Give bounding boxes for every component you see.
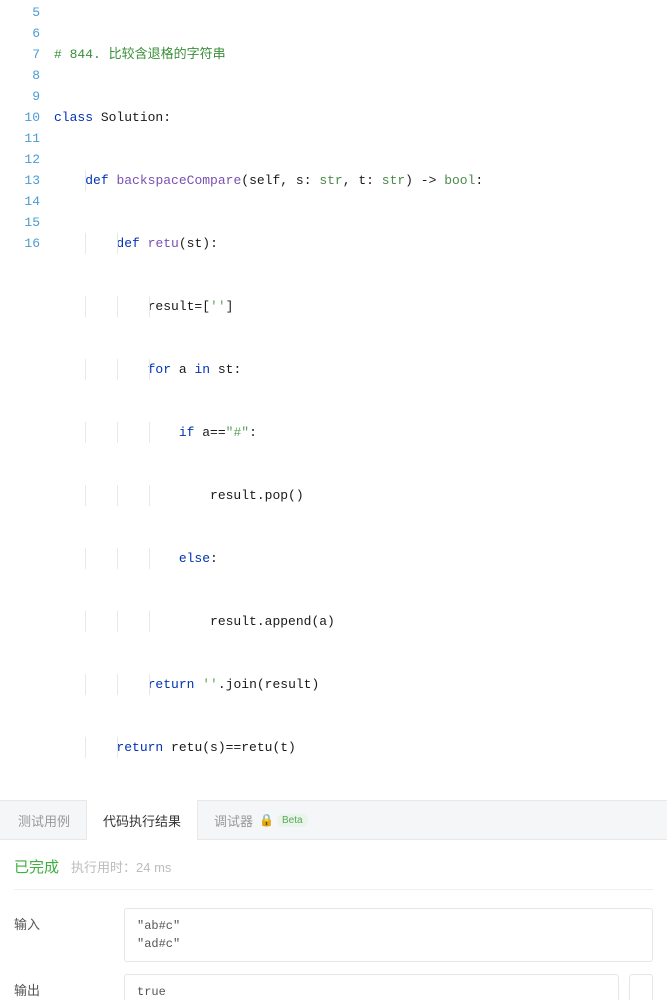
output-label: 输出 — [14, 974, 124, 999]
kw-def: def — [85, 173, 108, 188]
code-body[interactable]: # 844. 比较含退格的字符串 class Solution: def bac… — [54, 2, 483, 800]
tab-result[interactable]: 代码执行结果 — [86, 800, 198, 840]
runtime-info: 执行用时：24 ms — [71, 857, 171, 876]
class-name: Solution — [101, 110, 163, 125]
line-number-gutter: 5 6 7 8 9 10 11 12 13 14 15 16 — [0, 2, 54, 800]
kw-if: if — [179, 425, 195, 440]
kw-else: else — [179, 551, 210, 566]
fn-name: retu — [148, 236, 179, 251]
code-editor[interactable]: 5 6 7 8 9 10 11 12 13 14 15 16 # 844. 比较… — [0, 0, 667, 800]
result-tabs: 测试用例 代码执行结果 调试器 🔒 Beta — [0, 800, 667, 840]
code-text: result.pop() — [210, 488, 304, 503]
output-side-button[interactable] — [629, 974, 653, 1000]
kw-return: return — [116, 740, 163, 755]
beta-badge: Beta — [277, 814, 308, 827]
code-text: result.append(a) — [210, 614, 335, 629]
code-line: # 844. 比较含退格的字符串 — [54, 47, 226, 62]
output-value-box: true false — [124, 974, 619, 1000]
kw-for: for — [148, 362, 171, 377]
tab-debugger[interactable]: 调试器 🔒 Beta — [198, 800, 324, 840]
input-value-box: "ab#c" "ad#c" — [124, 908, 653, 962]
result-panel: 已完成 执行用时：24 ms 输入 "ab#c" "ad#c" 输出 true … — [0, 840, 667, 1000]
kw-class: class — [54, 110, 93, 125]
input-label: 输入 — [14, 908, 124, 933]
tab-debugger-label: 调试器 — [214, 811, 253, 830]
tab-testcase[interactable]: 测试用例 — [2, 800, 86, 840]
kw-return: return — [148, 677, 195, 692]
kw-def: def — [116, 236, 139, 251]
lock-icon: 🔒 — [259, 813, 274, 827]
fn-name: backspaceCompare — [116, 173, 241, 188]
status-label: 已完成 — [14, 856, 59, 877]
